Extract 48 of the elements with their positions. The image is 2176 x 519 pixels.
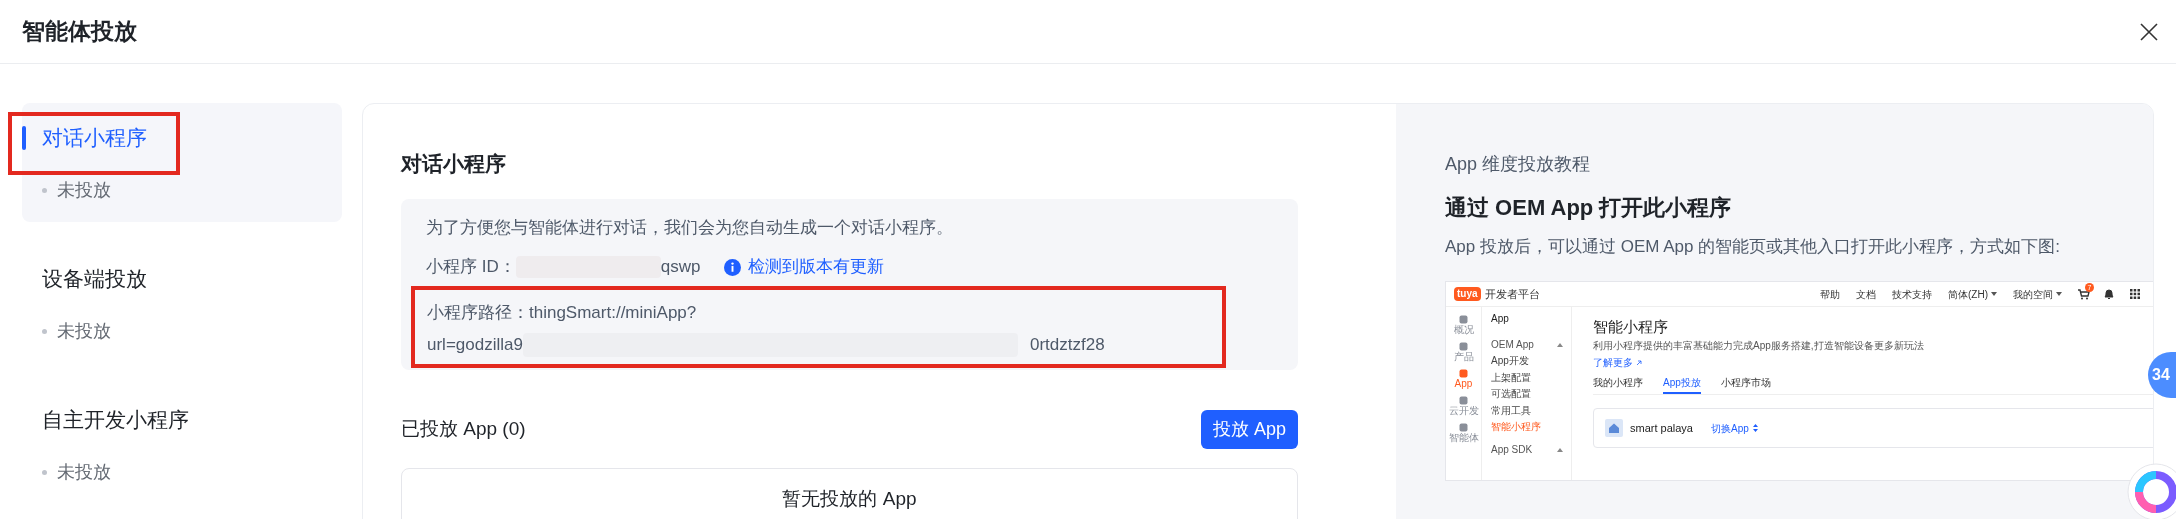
tutorial-title: 通过 OEM App 打开此小程序 (1445, 194, 1733, 222)
menu-item[interactable]: 上架配置 (1491, 369, 1563, 386)
status-text: 未投放 (57, 179, 111, 202)
platform-name: 开发者平台 (1484, 286, 1540, 302)
app-name: smart palaya (1630, 420, 1693, 436)
tutorial-description: App 投放后，可以通过 OEM App 的智能页或其他入口打开此小程序，方式如下图: (1445, 236, 2061, 258)
menu-item[interactable]: App SDK (1491, 441, 1563, 458)
learn-more-link[interactable]: 了解更多 (1593, 356, 1633, 370)
top-link[interactable]: 文档 (1856, 286, 1876, 302)
tutorial-label: App 维度投放教程 (1445, 153, 1592, 176)
sidebar-item-label: 自主开发小程序 (42, 407, 189, 434)
path-url-end: 0rtdztzf28 (1029, 334, 1105, 356)
sidebar-item-label: 对话小程序 (42, 125, 147, 152)
status-text: 未投放 (57, 320, 111, 343)
rail-item[interactable]: 概况 (1453, 315, 1474, 336)
path-url-start: url=godzilla9 (427, 334, 523, 356)
sidebar-item-label: 设备端投放 (42, 266, 147, 293)
top-link[interactable]: 我的空间 (2013, 286, 2062, 302)
empty-text: 暂无投放的 App (782, 487, 917, 511)
path-text: 小程序路径：thingSmart://miniApp? (427, 302, 698, 324)
switch-app-link[interactable]: 切换App (1711, 420, 1749, 436)
menu-item[interactable]: App开发 (1491, 353, 1563, 370)
section-heading: 对话小程序 (401, 151, 507, 177)
rail-item[interactable]: 产品 (1453, 342, 1474, 363)
deployed-title: 已投放 App (0) (401, 417, 526, 442)
rail-item[interactable]: 智能体 (1448, 423, 1479, 444)
id-label: 小程序 ID： (426, 256, 516, 278)
tab[interactable]: App投放 (1663, 375, 1701, 394)
tab[interactable]: 我的小程序 (1593, 375, 1643, 394)
update-link[interactable]: 检测到版本有更新 (748, 254, 885, 280)
menu-item[interactable]: 常用工具 (1491, 402, 1563, 419)
menu-item[interactable]: 可选配置 (1491, 386, 1563, 403)
brand-logo: tuya (1454, 287, 1481, 301)
deploy-app-button[interactable]: 投放 App (1200, 410, 1298, 449)
menu-item[interactable]: App (1491, 311, 1563, 328)
page-title: 智能小程序 (1593, 317, 1669, 337)
intro-text: 为了方便您与智能体进行对话，我们会为您自动生成一个对话小程序。 (426, 217, 954, 239)
dialog-title: 智能体投放 (22, 17, 137, 47)
page-description: 利用小程序提供的丰富基础能力完成App服务搭建,打造智能设备更多新玩法 (1593, 340, 1925, 352)
menu-item[interactable]: OEM App (1491, 336, 1563, 353)
top-link[interactable]: 简体(ZH) (1948, 286, 1997, 302)
top-link[interactable]: 帮助 (1820, 286, 1840, 302)
sidebar-item[interactable]: 对话小程序 未投放 (22, 103, 342, 222)
tab[interactable]: 小程序市场 (1720, 375, 1771, 394)
top-link[interactable]: 技术支持 (1892, 286, 1932, 302)
status-text: 未投放 (57, 461, 111, 484)
id-value: qswp (660, 256, 701, 278)
rail-item[interactable]: 云开发 (1448, 396, 1479, 417)
